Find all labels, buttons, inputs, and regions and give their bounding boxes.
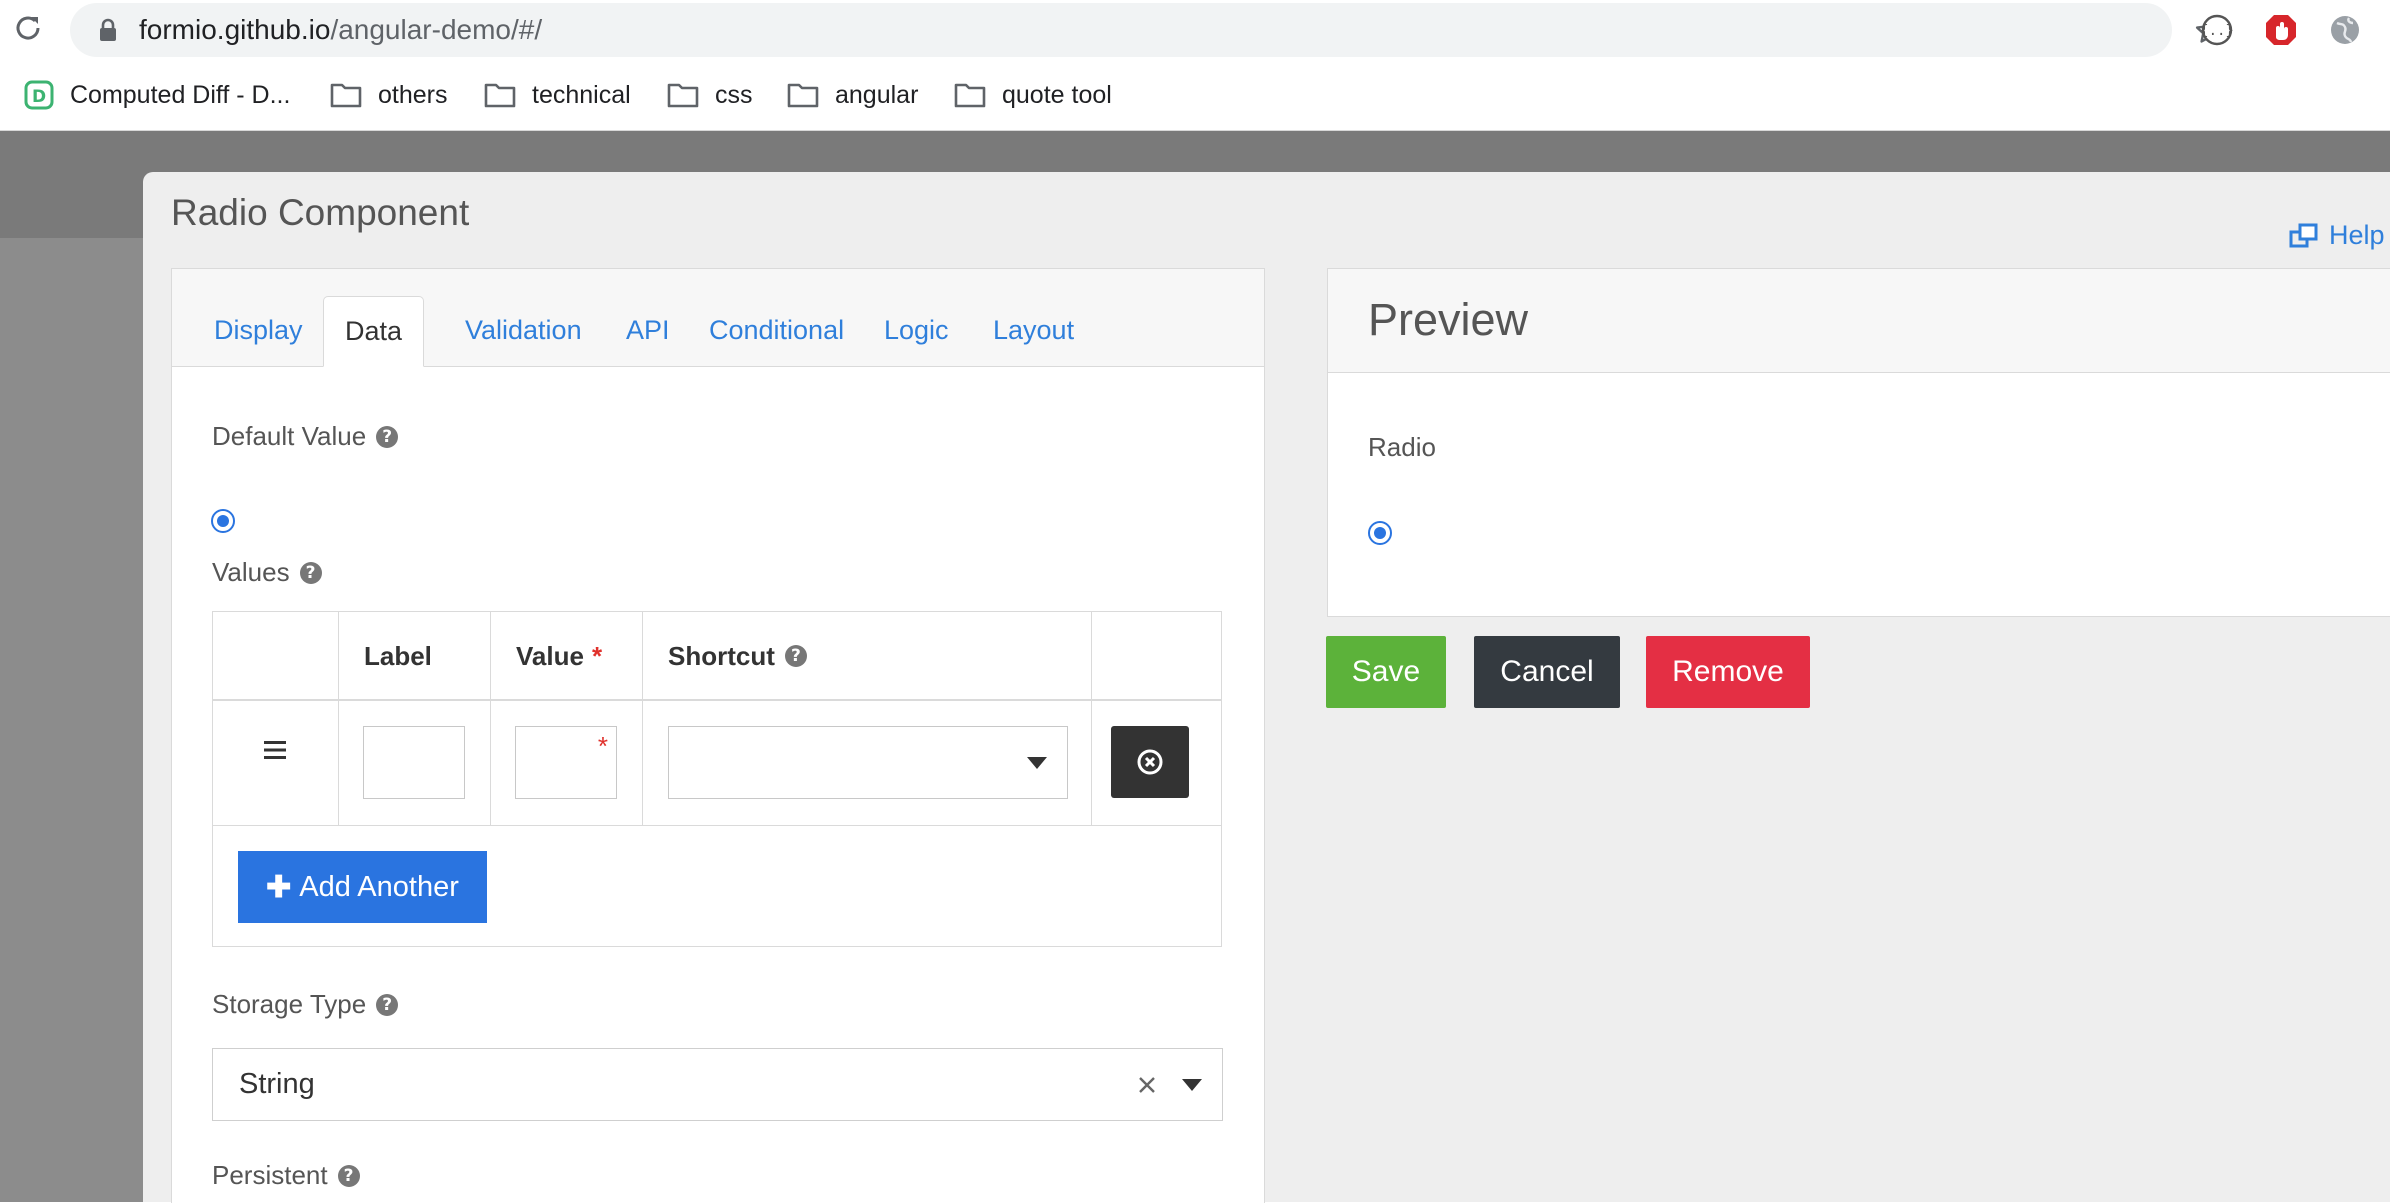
folder-icon xyxy=(667,83,699,108)
tab-logic[interactable]: Logic xyxy=(863,296,970,366)
folder-icon xyxy=(787,83,819,108)
radio-component-modal: Radio Component Help Display Data Valida… xyxy=(143,172,2390,1203)
help-label: Help xyxy=(2329,220,2385,250)
row-value-input[interactable]: * xyxy=(515,726,617,799)
help-tooltip-icon[interactable]: ? xyxy=(376,425,399,448)
preview-header: Preview xyxy=(1328,269,2390,373)
times-circle-icon xyxy=(1137,749,1163,775)
values-text: Values xyxy=(212,557,290,587)
required-asterisk: * xyxy=(597,731,608,761)
bookmark-folder-others[interactable]: others xyxy=(330,78,447,112)
folder-icon xyxy=(330,83,362,108)
bookmark-folder-quote-tool[interactable]: quote tool xyxy=(954,78,1112,112)
tab-conditional[interactable]: Conditional xyxy=(688,296,865,366)
values-table: Label Value * Shortcut ? * ✚ Add Another xyxy=(212,611,1222,947)
plus-icon: ✚ xyxy=(266,870,292,904)
lock-icon xyxy=(100,18,116,41)
svg-text:D: D xyxy=(32,87,46,107)
bookmark-computed-diff[interactable]: D Computed Diff - D... xyxy=(24,78,290,112)
address-bar[interactable]: formio.github.io/angular-demo/#/ xyxy=(70,3,2223,57)
tab-data[interactable]: Data xyxy=(323,296,425,367)
help-tooltip-icon[interactable]: ? xyxy=(376,993,399,1016)
bookmark-label: css xyxy=(715,80,753,109)
json-viewer-icon[interactable]: {..} xyxy=(2200,13,2234,47)
help-tooltip-icon[interactable]: ? xyxy=(337,1164,360,1187)
column-header-value: Value * xyxy=(516,612,602,700)
default-value-text: Default Value xyxy=(212,421,367,451)
column-header-label: Label xyxy=(364,641,432,671)
add-another-button[interactable]: ✚ Add Another xyxy=(238,851,487,923)
modal-title: Radio Component xyxy=(171,192,470,233)
globe-icon[interactable] xyxy=(2328,13,2362,47)
required-asterisk: * xyxy=(591,641,603,671)
external-link-icon xyxy=(2289,223,2318,247)
bookmark-label: angular xyxy=(835,80,919,109)
reload-icon[interactable] xyxy=(12,12,44,44)
default-value-label: Default Value ? xyxy=(212,421,399,452)
row-label-input[interactable] xyxy=(363,726,465,799)
tab-api[interactable]: API xyxy=(605,296,691,366)
preview-radio-label: Radio xyxy=(1368,432,1436,462)
url-text: formio.github.io/angular-demo/#/ xyxy=(139,14,543,45)
help-link[interactable]: Help xyxy=(2289,220,2385,251)
preview-title: Preview xyxy=(1368,294,1529,345)
tab-display[interactable]: Display xyxy=(193,296,324,366)
folder-icon xyxy=(484,83,516,108)
adblock-icon[interactable] xyxy=(2264,13,2298,47)
bookmark-label: others xyxy=(378,80,448,109)
folder-icon xyxy=(954,83,986,108)
component-settings-panel: Display Data Validation API Conditional … xyxy=(171,268,1265,1203)
storage-type-text: Storage Type xyxy=(212,989,367,1019)
bookmark-folder-css[interactable]: css xyxy=(667,78,753,112)
add-another-label: Add Another xyxy=(299,870,459,903)
caret-down-icon[interactable] xyxy=(1182,1079,1202,1091)
preview-radio-option[interactable] xyxy=(1368,521,1392,545)
values-label: Values ? xyxy=(212,557,322,588)
help-tooltip-icon[interactable]: ? xyxy=(299,561,322,584)
drag-handle-icon[interactable] xyxy=(263,740,287,760)
diff-favicon-icon: D xyxy=(24,80,54,110)
storage-type-select[interactable]: String xyxy=(212,1048,1223,1121)
bookmark-label: technical xyxy=(532,80,631,109)
settings-tabs: Display Data Validation API Conditional … xyxy=(172,269,1264,367)
bookmark-folder-angular[interactable]: angular xyxy=(787,78,918,112)
persistent-text: Persistent xyxy=(212,1160,328,1190)
cancel-button[interactable]: Cancel xyxy=(1474,636,1620,708)
svg-text:{..}: {..} xyxy=(2200,23,2234,39)
storage-type-value: String xyxy=(239,1068,315,1100)
bookmark-label: quote tool xyxy=(1002,80,1112,109)
bookmark-folder-technical[interactable]: technical xyxy=(484,78,631,112)
caret-down-icon xyxy=(1027,757,1047,769)
remove-button[interactable]: Remove xyxy=(1646,636,1810,708)
help-tooltip-icon[interactable]: ? xyxy=(784,645,807,667)
default-value-radio[interactable] xyxy=(211,509,235,533)
browser-toolbar: formio.github.io/angular-demo/#/ {..} xyxy=(0,0,2390,60)
bookmark-label: Computed Diff - D... xyxy=(70,80,291,109)
row-shortcut-select[interactable] xyxy=(668,726,1068,799)
value-header-text: Value xyxy=(516,641,584,671)
preview-panel: Preview Radio xyxy=(1327,268,2390,617)
remove-row-button[interactable] xyxy=(1111,726,1189,798)
column-header-shortcut: Shortcut ? xyxy=(668,612,807,700)
tab-validation[interactable]: Validation xyxy=(444,296,603,366)
save-button[interactable]: Save xyxy=(1326,636,1446,708)
persistent-label: Persistent ? xyxy=(212,1160,360,1191)
shortcut-header-text: Shortcut xyxy=(668,641,775,671)
tab-layout[interactable]: Layout xyxy=(972,296,1095,366)
clear-icon[interactable] xyxy=(1137,1075,1157,1095)
bookmarks-bar: D Computed Diff - D... others technical … xyxy=(0,60,2390,131)
storage-type-label: Storage Type ? xyxy=(212,989,399,1020)
